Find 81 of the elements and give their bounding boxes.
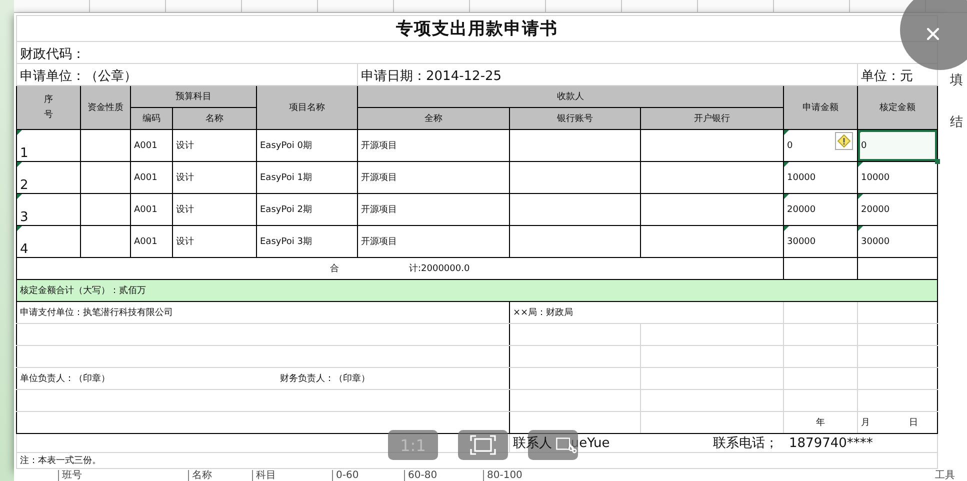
table-cell: A001 — [134, 140, 158, 150]
tools-tab[interactable]: 工具 — [935, 470, 955, 481]
table-cell[interactable]: 20000 — [858, 194, 938, 226]
warning-icon[interactable] — [835, 132, 853, 150]
total-label: 合 — [330, 262, 339, 275]
corner-flag-icon — [784, 194, 789, 199]
header-cell: 项目名称 — [289, 103, 325, 113]
table-cell: A001 — [134, 172, 158, 182]
bureau-label: ××局：财政局 — [513, 308, 574, 318]
table-cell[interactable]: 10000 — [858, 162, 938, 194]
row-index: 2 — [20, 178, 28, 193]
sheet-text: 结 — [950, 114, 963, 131]
table-cell: A001 — [134, 204, 158, 214]
apply-date: 申请日期：2014-12-25 — [361, 69, 502, 84]
month-label: 月 — [861, 417, 870, 429]
corner-flag-icon — [17, 130, 22, 135]
table-cell: 科目 — [252, 470, 332, 481]
corner-flag-icon — [784, 162, 789, 167]
unit-label: 单位：元 — [861, 69, 913, 84]
note-text: 注：本表一式三份。 — [20, 456, 101, 466]
fit-screen-icon — [470, 435, 496, 455]
unit-head-label: 单位负责人：（印章） — [20, 372, 111, 385]
header-cell: 名称 — [206, 114, 224, 124]
header-cell-text: 序号 — [44, 94, 53, 122]
phone-number: 1879740**** — [789, 436, 873, 450]
header-cell: 银行账号 — [557, 114, 593, 124]
corner-flag-icon — [17, 162, 22, 167]
header-cell: 全称 — [424, 114, 442, 124]
row-index: 3 — [20, 210, 28, 225]
table-cell: 开源项目 — [361, 173, 397, 183]
header-cell: 预算科目 — [176, 92, 212, 102]
table-cell[interactable]: 30000 — [858, 226, 938, 258]
selected-cell[interactable]: 0 — [858, 130, 938, 162]
table-cell: 班号 — [58, 470, 188, 481]
table-cell: 开源项目 — [361, 237, 397, 247]
row-index: 4 — [20, 242, 28, 257]
table-cell: 30000 — [787, 236, 816, 246]
table-cell: 0-60 — [332, 470, 404, 481]
row-index: 1 — [20, 146, 28, 161]
header-cell: 开户银行 — [694, 114, 730, 124]
header-cell: 资金性质 — [88, 103, 124, 113]
fit-screen-button[interactable] — [458, 430, 508, 460]
corner-flag-icon — [17, 226, 22, 231]
table-cell: 80-100 — [483, 470, 547, 481]
table-cell: 0 — [787, 140, 793, 150]
header-cell: 核定金额 — [880, 103, 916, 113]
capital-total: 核定金额合计（大写）：贰佰万 — [20, 286, 146, 296]
year-label: 年 — [816, 418, 825, 428]
finance-head-label: 财务负责人：（印章） — [280, 372, 370, 385]
table-cell: EasyPoi 2期 — [260, 205, 312, 215]
header-cell: 申请金额 — [802, 103, 838, 113]
corner-flag-icon — [17, 194, 22, 199]
table-cell: 设计 — [176, 173, 194, 183]
corner-flag-icon — [858, 162, 863, 167]
table-cell: A001 — [134, 236, 158, 246]
corner-flag-icon — [858, 226, 863, 231]
sheet-text: 填 — [950, 72, 963, 89]
day-label: 日 — [909, 417, 918, 429]
phone-label: 联系电话； — [713, 435, 779, 452]
corner-flag-icon — [784, 130, 789, 135]
table-cell: 20000 — [787, 204, 816, 214]
table-cell: 名称 — [188, 470, 252, 481]
table-cell: EasyPoi 0期 — [260, 141, 312, 151]
payer-unit: 申请支付单位：执笔潜行科技有限公司 — [20, 308, 173, 318]
corner-flag-icon — [784, 226, 789, 231]
form-title: 专项支出用款申请书 — [396, 19, 558, 39]
table-cell: 设计 — [176, 205, 194, 215]
table-cell: 10000 — [787, 172, 816, 182]
table-cell: EasyPoi 3期 — [260, 237, 312, 247]
table-cell: 设计 — [176, 237, 194, 247]
table-cell: 设计 — [176, 141, 194, 151]
header-cell: 收款人 — [557, 92, 584, 102]
total-value: 计:2000000.0 — [409, 262, 470, 275]
table-cell: 60-80 — [404, 470, 483, 481]
header-cell: 编码 — [142, 114, 160, 124]
table-cell: 开源项目 — [361, 205, 397, 215]
table-cell: 开源项目 — [361, 141, 397, 151]
applicant-label: 申请单位：（公章） — [20, 69, 137, 84]
corner-flag-icon — [858, 194, 863, 199]
fiscal-code-label: 财政代码： — [20, 47, 85, 62]
table-cell: EasyPoi 1期 — [260, 173, 312, 183]
